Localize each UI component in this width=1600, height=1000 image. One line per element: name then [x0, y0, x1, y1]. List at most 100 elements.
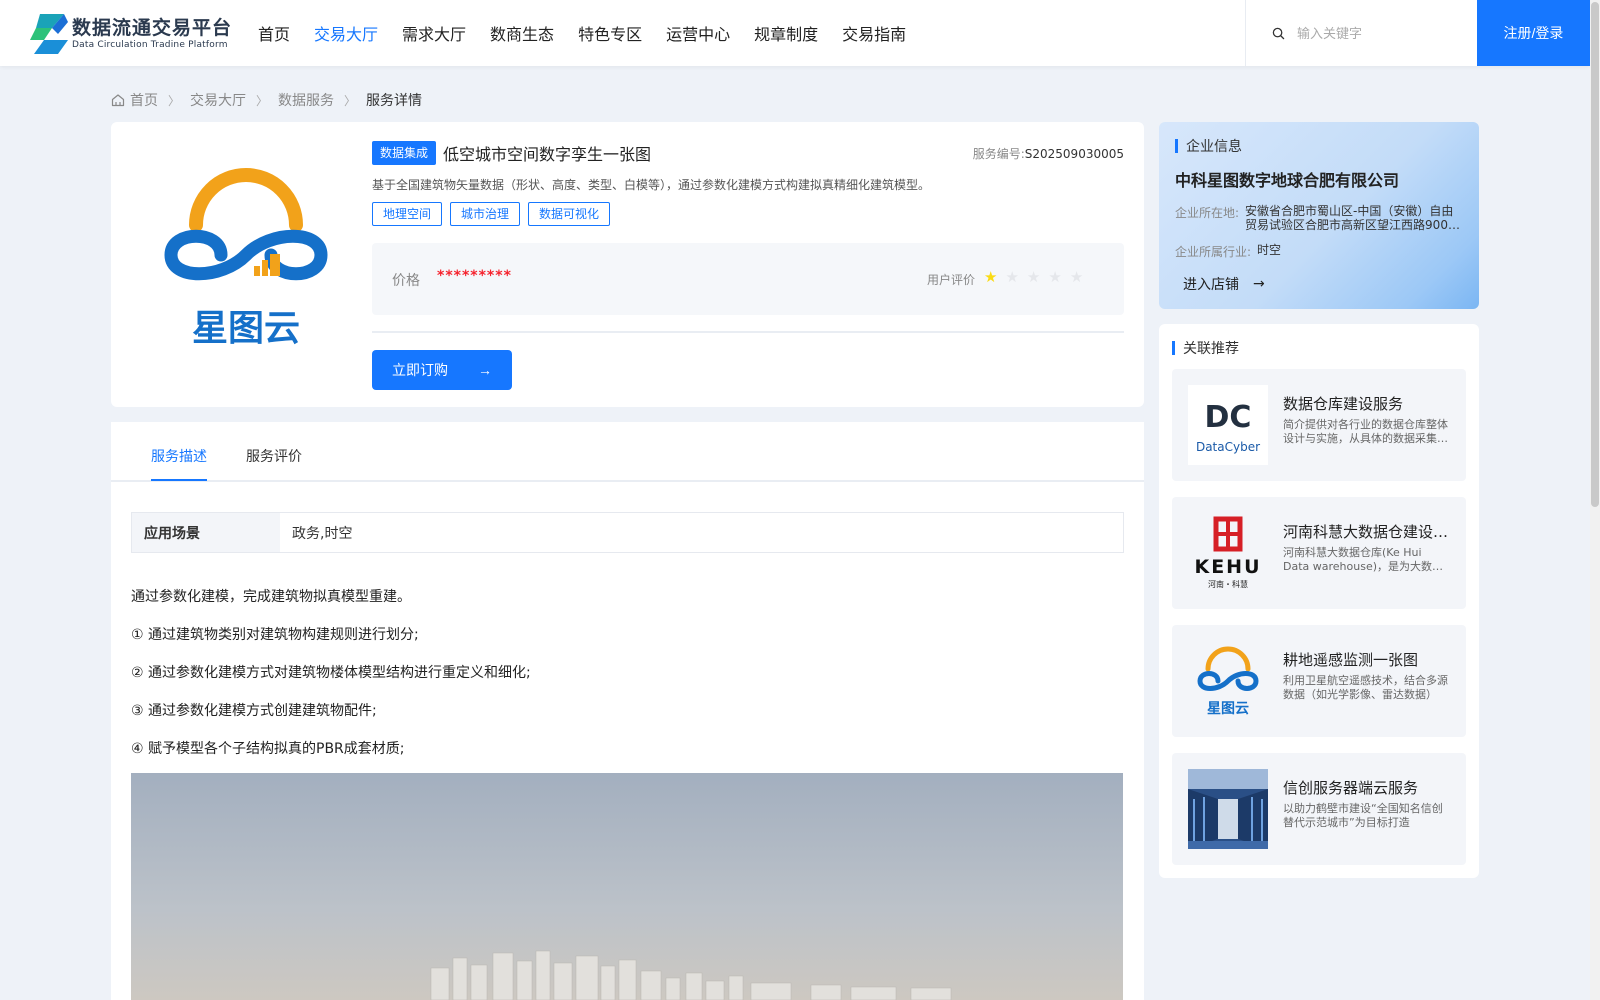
nav-demand-hall[interactable]: 需求大厅 [402, 21, 466, 45]
home-icon [111, 94, 125, 107]
product-info: 数据集成 低空城市空间数字孪生一张图 服务编号:S202509030005 基于… [372, 141, 1124, 390]
company-location-label: 企业所在地: [1175, 206, 1240, 220]
price-value: ********* [437, 268, 512, 284]
recommend-item[interactable]: 信创服务器端云服务 以助力鹤壁市建设“全国知名信创替代示范城市”为目标打造 [1172, 753, 1466, 865]
category-badge: 数据集成 [372, 141, 437, 165]
datacyber-logo-image: DC DataCyber [1188, 385, 1268, 465]
nav-trading-hall[interactable]: 交易大厅 [314, 21, 378, 45]
section-accent-bar [1175, 139, 1178, 153]
nav-ecosystem[interactable]: 数商生态 [490, 21, 554, 45]
product-card: 星图云 数据集成 低空城市空间数字孪生一张图 服务编号:S20250903000… [111, 122, 1144, 407]
search-box [1245, 0, 1477, 66]
company-section-header: 企业信息 [1175, 136, 1242, 156]
description-paragraph: ③ 通过参数化建模方式创建建筑物配件; [131, 703, 377, 719]
recommend-item-desc: 利用卫星航空遥感技术，结合多源数据（如光学影像、雷达数据） [1283, 674, 1448, 701]
star-icon[interactable]: ★ [1005, 268, 1018, 286]
company-industry-value: 时空 [1257, 243, 1282, 257]
chevron-right-icon: 〉 [256, 93, 269, 108]
datacyber-logo-mark: DC [1205, 400, 1252, 435]
chevron-right-icon: 〉 [344, 93, 357, 108]
recommend-item-desc: 简介提供对各行业的数据仓库整体设计与实施，从具体的数据采集到数据应用 [1283, 418, 1448, 445]
description-paragraph: ① 通过建筑物类别对建筑物构建规则进行划分; [131, 627, 419, 643]
enter-shop-label: 进入店铺 [1183, 277, 1239, 293]
chevron-right-icon: 〉 [168, 93, 181, 108]
company-section-title: 企业信息 [1186, 139, 1242, 155]
recommend-section-header: 关联推荐 [1172, 338, 1239, 358]
kehu-logo-subtext: 河南・科慧 [1208, 579, 1248, 589]
login-register-button[interactable]: 注册/登录 [1477, 0, 1590, 66]
nav-featured-zone[interactable]: 特色专区 [578, 21, 642, 45]
logo-title: 数据流通交易平台 [72, 17, 233, 39]
buy-now-button[interactable]: 立即订购 → [372, 350, 512, 390]
breadcrumb-home[interactable]: 首页 [130, 90, 158, 110]
star-icon[interactable]: ★ [1070, 268, 1083, 286]
tab-service-description[interactable]: 服务描述 [151, 446, 207, 466]
breadcrumb: 首页 〉 交易大厅 〉 数据服务 〉 服务详情 [111, 90, 422, 110]
divider [372, 331, 1124, 333]
section-accent-bar [1172, 341, 1175, 355]
recommend-item-title: 河南科慧大数据仓建设服务 [1283, 523, 1453, 541]
datacyber-logo-name: DataCyber [1196, 440, 1260, 454]
tab-service-reviews[interactable]: 服务评价 [246, 446, 302, 466]
recommend-item-desc: 河南科慧大数据仓库(Ke Hui Data warehouse)，是为大数据应用… [1283, 546, 1444, 573]
company-industry-row: 企业所属行业: 时空 [1175, 243, 1465, 260]
city-model-image [131, 773, 1123, 1000]
enter-shop-link[interactable]: 进入店铺 → [1183, 274, 1265, 294]
search-input[interactable] [1297, 25, 1457, 41]
tag-city-governance[interactable]: 城市治理 [450, 202, 521, 226]
platform-logo[interactable]: 数据流通交易平台 Data Circulation Tradine Platfo… [30, 14, 232, 54]
logo-subtitle: Data Circulation Tradine Platform [72, 40, 228, 50]
search-icon[interactable] [1272, 27, 1285, 40]
price-label: 价格 [392, 273, 420, 289]
platform-logo-icon [30, 14, 68, 54]
product-logo-brand: 星图云 [192, 308, 300, 349]
tag-data-visualization[interactable]: 数据可视化 [528, 202, 611, 226]
kehu-logo-image: KEHU 河南・科慧 [1188, 513, 1268, 593]
xingtuyun-logo-image: 星图云 [1188, 641, 1268, 721]
star-icon[interactable]: ★ [1027, 268, 1040, 286]
breadcrumb-trading-hall[interactable]: 交易大厅 [190, 90, 246, 110]
rating-stars: ★ ★ ★ ★ ★ [984, 268, 1091, 286]
product-description: 基于全国建筑物矢量数据（形状、高度、类型、白模等），通过参数化建模方式构建拟真精… [372, 178, 931, 192]
detail-tabs: 服务描述 服务评价 [111, 422, 1144, 482]
price-panel: 价格 ********* 用户评价 ★ ★ ★ ★ ★ [372, 243, 1124, 315]
star-icon[interactable]: ★ [984, 268, 997, 286]
arrow-right-icon: → [1253, 276, 1265, 292]
nav-operation-center[interactable]: 运营中心 [666, 21, 730, 45]
company-location-value: 安徽省合肥市蜀山区-中国（安徽）自由贸易试验区合肥市高新区望江西路900号中安创… [1245, 204, 1460, 232]
top-header: 数据流通交易平台 Data Circulation Tradine Platfo… [0, 0, 1590, 66]
application-scene-value: 政务,时空 [292, 525, 353, 542]
recommend-item-title: 信创服务器端云服务 [1283, 779, 1419, 797]
description-paragraph: ② 通过参数化建模方式对建筑物楼体模型结构进行重定义和细化; [131, 665, 531, 681]
company-info-card: 企业信息 中科星图数字地球合肥有限公司 企业所在地: 安徽省合肥市蜀山区-中国（… [1159, 122, 1479, 309]
product-title: 低空城市空间数字孪生一张图 [443, 145, 652, 164]
breadcrumb-data-service[interactable]: 数据服务 [278, 90, 334, 110]
page-scrollbar[interactable] [1590, 0, 1600, 1000]
service-code: 服务编号:S202509030005 [973, 145, 1124, 162]
recommend-item[interactable]: DC DataCyber 数据仓库建设服务 简介提供对各行业的数据仓库整体设计与… [1172, 369, 1466, 481]
recommend-section-title: 关联推荐 [1183, 341, 1239, 357]
kehu-logo-name: KEHU [1194, 556, 1261, 578]
recommend-item-title: 数据仓库建设服务 [1283, 395, 1404, 413]
application-scene-row: 应用场景 政务,时空 [131, 512, 1124, 553]
service-code-label: 服务编号: [972, 146, 1025, 161]
star-icon[interactable]: ★ [1048, 268, 1061, 286]
tag-geo-space[interactable]: 地理空间 [372, 202, 443, 226]
active-tab-indicator [151, 479, 207, 481]
server-room-image [1188, 769, 1268, 849]
scrollbar-thumb[interactable] [1591, 2, 1599, 507]
recommend-item[interactable]: KEHU 河南・科慧 河南科慧大数据仓建设服务 河南科慧大数据仓库(Ke Hui… [1172, 497, 1466, 609]
nav-trading-guide[interactable]: 交易指南 [842, 21, 906, 45]
application-scene-label: 应用场景 [132, 513, 280, 552]
product-tags: 地理空间 城市治理 数据可视化 [372, 202, 1124, 226]
service-code-value: S202509030005 [1024, 146, 1124, 161]
description-paragraph: ④ 赋予模型各个子结构拟真的PBR成套材质; [131, 741, 405, 757]
recommend-item[interactable]: 星图云 耕地遥感监测一张图 利用卫星航空遥感技术，结合多源数据（如光学影像、雷达… [1172, 625, 1466, 737]
nav-home[interactable]: 首页 [258, 21, 290, 45]
company-location-row: 企业所在地: 安徽省合肥市蜀山区-中国（安徽）自由贸易试验区合肥市高新区望江西路… [1175, 204, 1465, 232]
xingtuyun-logo-name: 星图云 [1207, 701, 1249, 717]
recommend-card: 关联推荐 DC DataCyber 数据仓库建设服务 简介提供对各行业的数据仓库… [1159, 324, 1479, 878]
nav-regulations[interactable]: 规章制度 [754, 21, 818, 45]
main-nav: 首页 交易大厅 需求大厅 数商生态 特色专区 运营中心 规章制度 交易指南 [258, 0, 930, 66]
buy-now-label: 立即订购 [392, 362, 448, 378]
